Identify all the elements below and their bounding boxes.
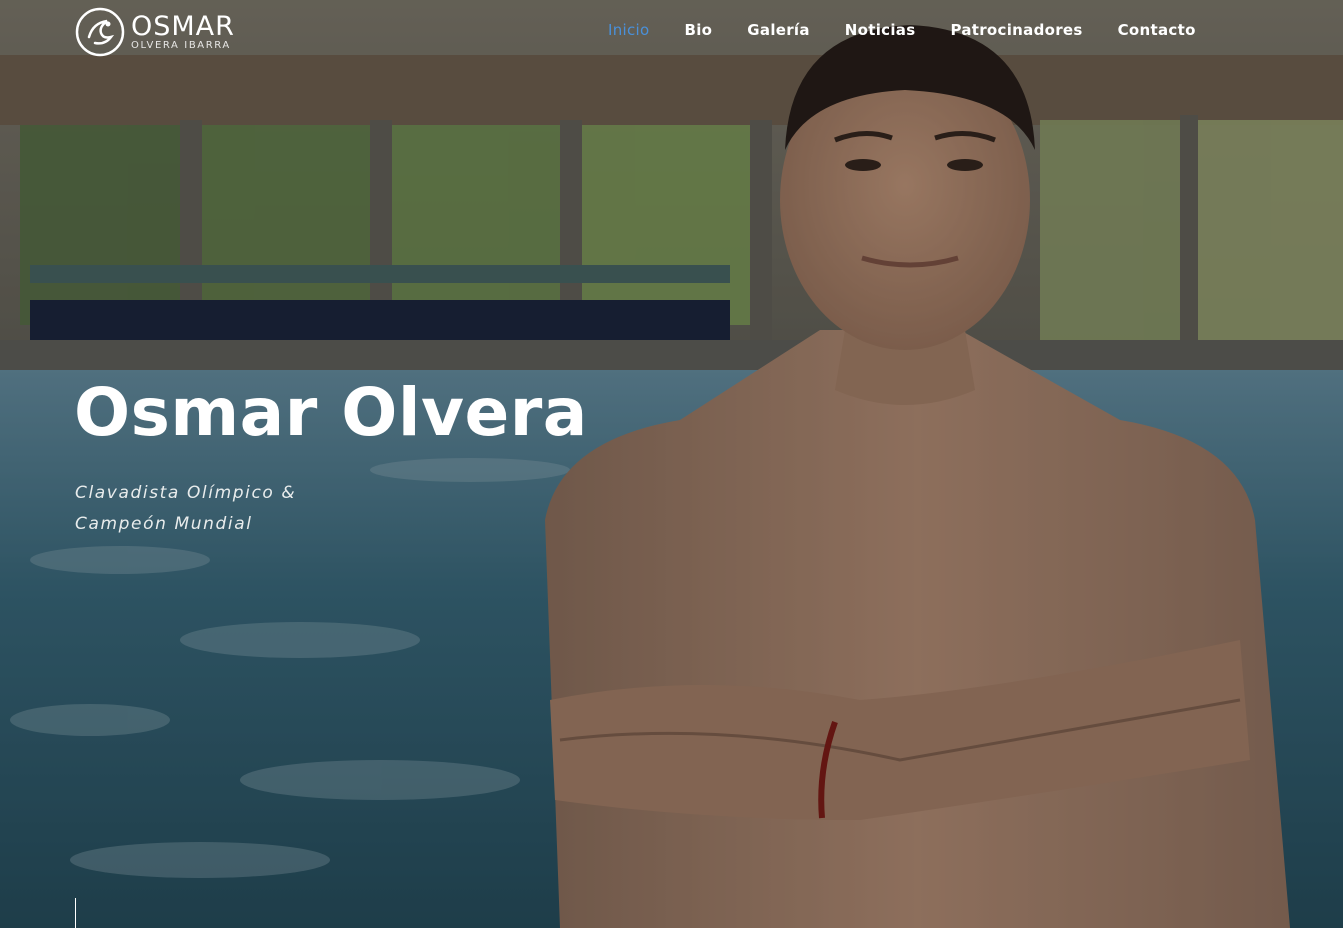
main-navigation: Inicio Bio Galería Noticias Patrocinador… (608, 21, 1196, 39)
nav-item-bio[interactable]: Bio (685, 21, 713, 39)
hero-subtitle-line-1: Clavadista Olímpico & (75, 483, 297, 503)
diver-swirl-logo-icon (75, 7, 125, 57)
nav-item-patrocinadores[interactable]: Patrocinadores (950, 21, 1082, 39)
logo-sub-text: OLVERA IBARRA (131, 40, 231, 51)
hero-title: Osmar Olvera (74, 374, 588, 451)
logo-wordmark: OSMAR OLVERA IBARRA (131, 13, 235, 51)
nav-item-contacto[interactable]: Contacto (1118, 21, 1196, 39)
scroll-indicator-line (75, 898, 76, 928)
nav-item-galeria[interactable]: Galería (747, 21, 810, 39)
site-logo[interactable]: OSMAR OLVERA IBARRA (75, 7, 235, 57)
site-header: OSMAR OLVERA IBARRA Inicio Bio Galería N… (0, 0, 1343, 64)
nav-item-inicio[interactable]: Inicio (608, 21, 650, 39)
hero-subtitle-line-2: Campeón Mundial (75, 514, 253, 534)
logo-main-text: OSMAR (131, 11, 235, 42)
hero-subtitle: Clavadista Olímpico & Campeón Mundial (75, 478, 375, 540)
nav-item-noticias[interactable]: Noticias (845, 21, 916, 39)
hero-section: OSMAR OLVERA IBARRA Inicio Bio Galería N… (0, 0, 1343, 928)
hero-dark-overlay (0, 0, 1343, 928)
